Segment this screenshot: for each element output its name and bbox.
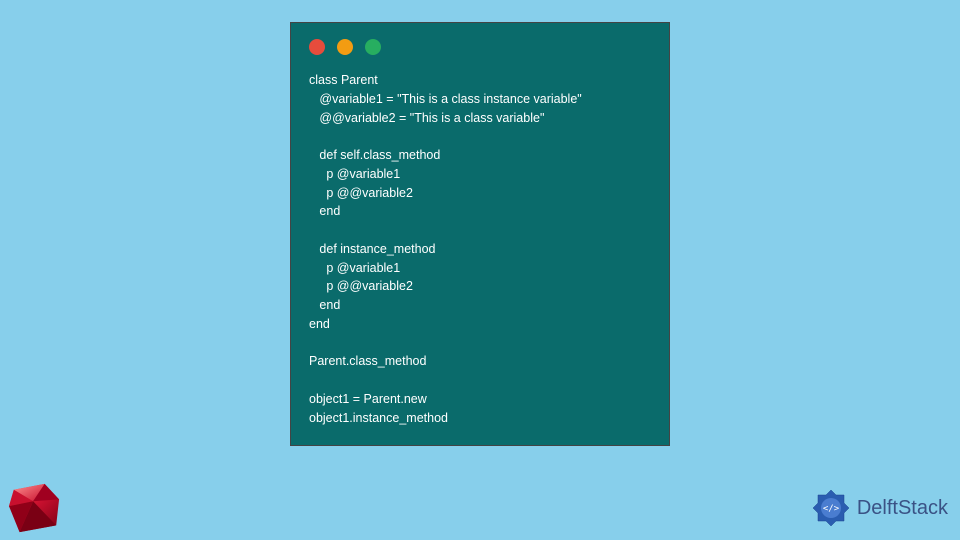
code-window: class Parent @variable1 = "This is a cla…: [290, 22, 670, 446]
code-block: class Parent @variable1 = "This is a cla…: [309, 71, 651, 427]
window-controls: [309, 39, 651, 55]
delftstack-name: DelftStack: [857, 497, 948, 520]
svg-text:</>: </>: [823, 504, 840, 514]
minimize-icon: [337, 39, 353, 55]
close-icon: [309, 39, 325, 55]
maximize-icon: [365, 39, 381, 55]
delftstack-logo-icon: </>: [811, 488, 851, 528]
delftstack-branding: </> DelftStack: [811, 488, 948, 528]
ruby-logo-icon: [6, 482, 64, 534]
